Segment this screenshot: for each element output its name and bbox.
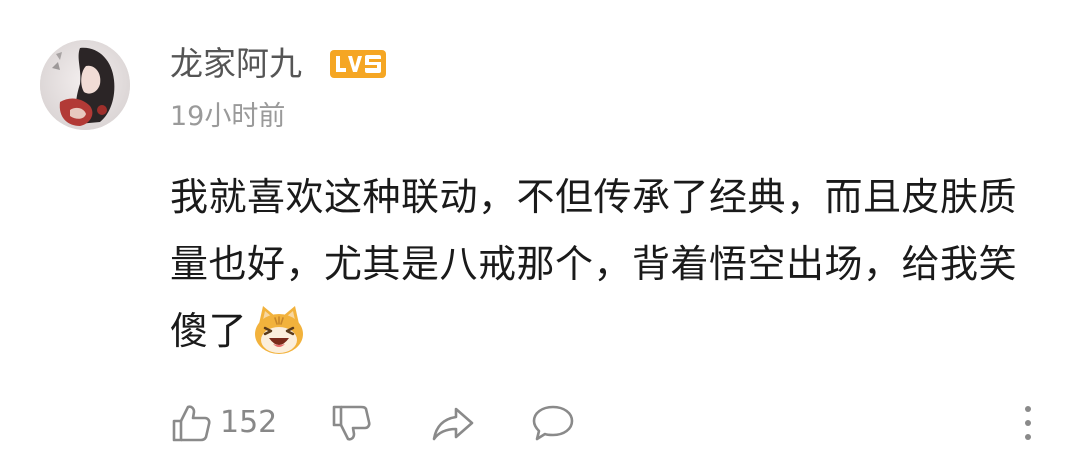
share-button[interactable] [430, 399, 476, 447]
comment-card: 龙家阿九 19小时前 我就喜欢这种联动，不但传承了经典，而且皮肤质量也好，尤其是… [0, 0, 1080, 458]
laughing-cat-emoji-icon [251, 302, 307, 358]
level-badge [330, 50, 386, 78]
avatar[interactable] [40, 40, 130, 130]
comment-bubble-icon [530, 401, 576, 445]
share-icon [430, 401, 476, 445]
more-vertical-icon [1023, 403, 1033, 443]
dislike-button[interactable] [330, 399, 374, 447]
like-count: 152 [220, 405, 278, 440]
username[interactable]: 龙家阿九 [170, 42, 302, 86]
more-options-button[interactable] [1016, 399, 1040, 447]
reply-button[interactable] [530, 399, 576, 447]
thumbs-down-icon [330, 401, 374, 445]
action-bar: 152 [0, 395, 1080, 455]
like-button[interactable]: 152 [170, 399, 277, 447]
comment-text: 我就喜欢这种联动，不但传承了经典，而且皮肤质量也好，尤其是八戒那个，背着悟空出场… [170, 164, 1050, 365]
timestamp: 19小时前 [170, 101, 286, 132]
thumbs-up-icon [170, 401, 214, 445]
